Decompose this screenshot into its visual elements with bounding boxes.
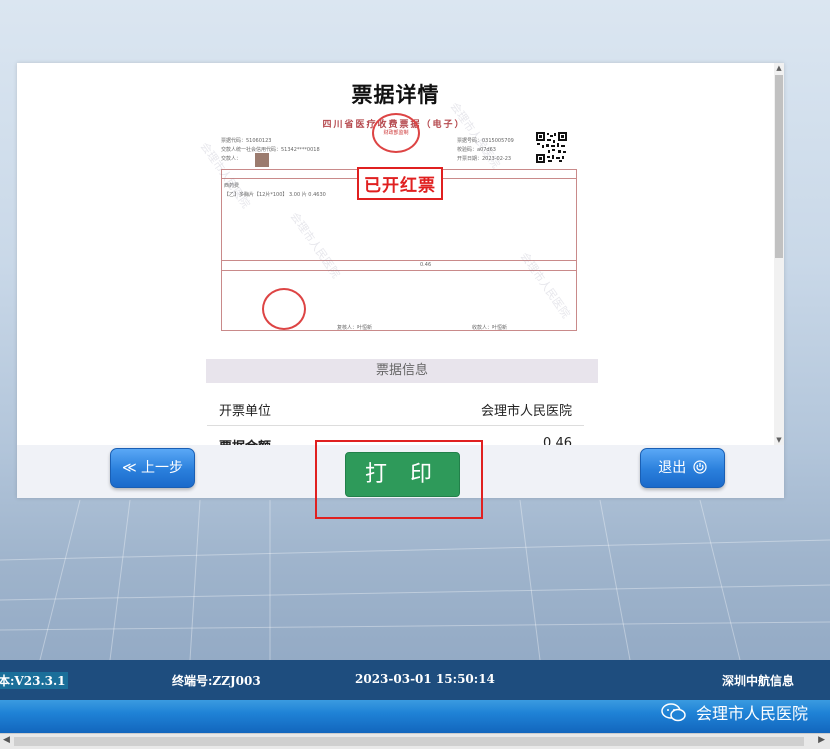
receipt-payee: 收款人：叶恒新 [472,325,508,331]
wechat-account: 会理市人民医院 [695,704,808,723]
scroll-left-icon[interactable]: ◀ [3,735,10,745]
receipt-scroll-area[interactable]: 票据详情 四川省医疗收费票据（电子） 财政部监制 票据代码：51060123 交… [17,63,774,445]
wechat-watermark: 会理市人民医院 [661,700,808,728]
version-label: 版本:V23.3.1 [0,672,68,689]
info-section-header: 票据信息 [206,359,598,383]
receipt-image: 四川省医疗收费票据（电子） 财政部监制 票据代码：51060123 交款人统一社… [198,100,581,355]
red-invoice-stamp: 已开红票 [357,167,443,200]
power-icon [693,460,707,474]
exit-button[interactable]: 退出 [640,448,725,488]
qr-code-icon [535,131,568,164]
info-value: 0.46 [543,436,572,445]
scroll-right-icon[interactable]: ▶ [818,735,825,745]
redaction-block [255,153,269,167]
company-label: 深圳中航信息 [722,674,795,688]
scroll-down-icon[interactable]: ▼ [775,436,783,444]
receipt-field: 票据代码：51060123 [221,138,272,144]
info-value: 会理市人民医院 [480,404,572,419]
receipt-total: 0.46 [420,262,432,268]
wechat-icon [661,703,686,722]
scroll-up-icon[interactable]: ▲ [775,64,783,72]
datetime-label: 2023-03-01 15:50:14 [355,672,495,686]
vertical-scrollbar[interactable]: ▲ ▼ [774,63,784,445]
info-row: 开票单位 会理市人民医院 [207,391,584,426]
info-key: 票据金额 [219,436,271,445]
hospital-seal [262,288,306,330]
terminal-label: 终端号:ZZJ003 [172,674,261,688]
receipt-panel: 票据详情 四川省医疗收费票据（电子） 财政部监制 票据代码：51060123 交… [17,63,784,498]
prev-step-button[interactable]: ≪ 上一步 [110,448,195,488]
highlight-box [315,440,483,519]
info-key: 开票单位 [219,404,272,419]
horizontal-scrollbar[interactable]: ◀ ▶ [0,733,830,749]
receipt-field: 交款人统一社会信用代码：51342****0018 [221,147,320,153]
page-title: 票据详情 [351,83,440,107]
hscroll-thumb[interactable] [14,737,804,746]
receipt-reviewer: 复核人：叶恒新 [337,325,373,331]
finance-seal: 财政部监制 [372,113,420,153]
exit-label: 退出 [658,460,687,476]
status-bar: 版本:V23.3.1 终端号:ZZJ003 2023-03-01 15:50:1… [0,660,830,700]
scroll-thumb[interactable] [775,75,783,258]
